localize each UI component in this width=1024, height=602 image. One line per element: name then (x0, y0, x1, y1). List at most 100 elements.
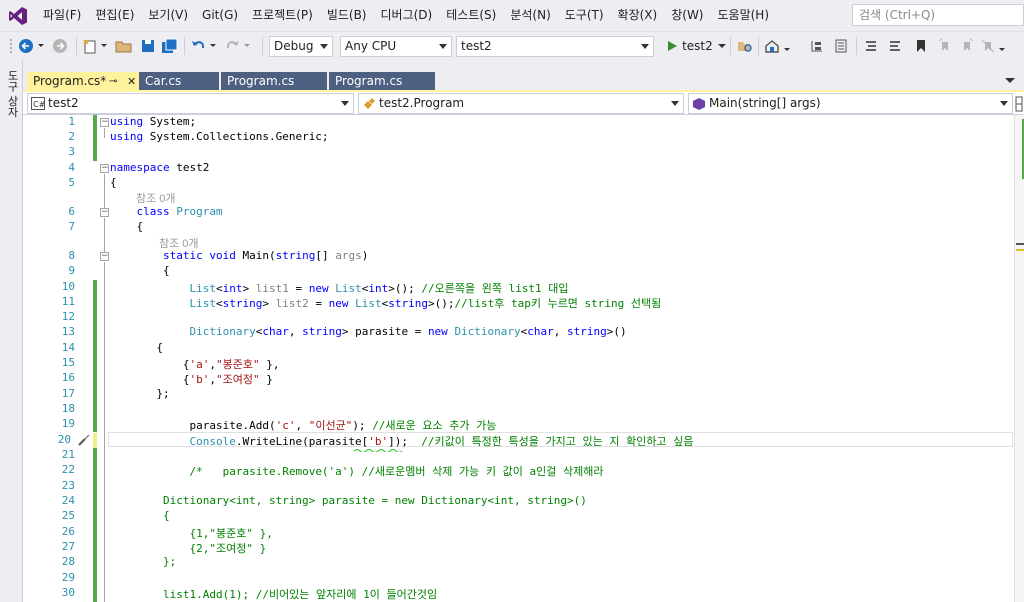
change-marker (93, 341, 97, 432)
platform-dropdown[interactable]: Any CPU (340, 36, 452, 57)
solution-explorer-icon[interactable] (764, 36, 794, 56)
menu-project[interactable]: 프로젝트(P) (245, 0, 320, 31)
visual-studio-logo-icon[interactable] (0, 0, 36, 31)
keyword-token: using (110, 130, 144, 143)
chevron-down-icon (671, 101, 679, 106)
code-line: using System.Collections.Generic; (110, 130, 329, 143)
redo-icon[interactable] (224, 36, 254, 56)
code-line: {'a',"봉준호" }, (110, 356, 280, 372)
open-folder-icon[interactable] (114, 36, 134, 56)
menu-window[interactable]: 창(W) (664, 0, 710, 31)
member-dropdown[interactable]: Main(string[] args) (688, 93, 1013, 114)
csharp-project-icon: C# (31, 97, 45, 110)
line-number: 5 (68, 176, 75, 189)
collapse-icon[interactable]: − (100, 164, 109, 173)
toolbar-grip[interactable] (6, 36, 16, 56)
next-bookmark-icon[interactable] (958, 36, 976, 56)
menu-analyze[interactable]: 분석(N) (503, 0, 557, 31)
toolbox-strip[interactable] (0, 60, 23, 602)
type-token: Console (189, 435, 236, 448)
line-number: 21 (61, 448, 75, 461)
save-icon[interactable] (138, 36, 158, 56)
menu-help[interactable]: 도움말(H) (711, 0, 777, 31)
project-dropdown[interactable]: C# test2 (27, 93, 354, 114)
bookmark-icon[interactable] (912, 36, 930, 56)
references-codelens[interactable]: 참조 0개 (136, 190, 176, 206)
tab-program-cs-modified[interactable]: Program.cs* ⊸ ✕ (27, 72, 141, 91)
comment-token: Dictionary<int, string> parasite = new D… (162, 494, 587, 507)
line-number: 27 (61, 540, 75, 553)
menu-tools[interactable]: 도구(T) (558, 0, 611, 31)
pin-icon[interactable]: ⊸ (109, 72, 117, 91)
split-window-icon[interactable] (1014, 96, 1024, 112)
code-line: List<int> list1 = new List<int>(); //오른쪽… (110, 280, 569, 296)
menu-debug[interactable]: 디버그(D) (374, 0, 440, 31)
keyword-token: new (308, 282, 329, 295)
code-line: { (110, 220, 144, 233)
menu-test[interactable]: 테스트(S) (439, 0, 503, 31)
type-dropdown[interactable]: test2.Program (358, 93, 684, 114)
clear-bookmarks-icon[interactable] (980, 36, 1010, 56)
code-token: ]); (388, 435, 422, 448)
save-all-icon[interactable] (160, 36, 180, 56)
keyword-token: int (222, 282, 243, 295)
comment-lines-icon[interactable] (862, 36, 880, 56)
vertical-scrollbar[interactable] (1014, 115, 1024, 602)
line-number: 29 (61, 571, 75, 584)
tab-label: Program.cs (335, 74, 403, 88)
menu-file[interactable]: 파일(F) (36, 0, 88, 31)
tab-car-cs[interactable]: Car.cs (139, 72, 219, 91)
code-token: , (288, 325, 303, 338)
toolbox-tab[interactable]: 도구 상자 (4, 70, 20, 118)
menu-edit[interactable]: 편집(E) (88, 0, 141, 31)
code-line: {2,"조여정" } (110, 540, 266, 556)
tab-program-cs[interactable]: Program.cs (221, 72, 327, 91)
new-project-icon[interactable] (82, 36, 110, 56)
search-input[interactable]: 검색 (Ctrl+Q) (852, 4, 1024, 26)
code-editor[interactable]: 1 2 3 4 5 6 7 8 9 10 11 12 13 14 15 16 1… (23, 115, 1014, 602)
code-line: parasite.Add('c', "이선균"); //새로운 요소 추가 가능 (110, 417, 496, 433)
code-line: Console.WriteLine(parasite['b']); //키값이 … (110, 433, 693, 449)
navigation-bar: C# test2 test2.Program Main(string[] arg… (23, 92, 1024, 115)
line-number: 15 (61, 356, 75, 369)
undo-icon[interactable] (190, 36, 220, 56)
uncomment-lines-icon[interactable] (886, 36, 904, 56)
class-view-icon[interactable] (808, 36, 826, 56)
line-number: 30 (61, 586, 75, 599)
startup-project-dropdown[interactable]: test2 (456, 36, 654, 57)
run-button[interactable]: test2 (666, 36, 726, 56)
menu-extensions[interactable]: 확장(X) (611, 0, 665, 31)
collapse-icon[interactable]: − (100, 208, 109, 217)
fold-line (104, 174, 105, 209)
menu-view[interactable]: 보기(V) (141, 0, 195, 31)
keyword-token: int (368, 282, 389, 295)
keyword-token: namespace (110, 161, 170, 174)
tab-program-cs-2[interactable]: Program.cs (329, 72, 435, 91)
string-token: 'b' (368, 435, 389, 448)
menu-git[interactable]: Git(G) (195, 0, 245, 31)
line-number: 3 (68, 145, 75, 158)
code-token: { (156, 341, 163, 354)
line-number: 9 (68, 264, 75, 277)
close-icon[interactable]: ✕ (127, 72, 136, 91)
comment-token: //오른쪽을 왼쪽 list1 대입 (421, 282, 569, 295)
code-token: test2 (169, 161, 210, 174)
code-token: .WriteLine(parasite[ (235, 435, 369, 448)
properties-icon[interactable] (832, 36, 850, 56)
configuration-dropdown[interactable]: Debug (269, 36, 333, 57)
previous-bookmark-icon[interactable] (936, 36, 954, 56)
code-line: {1,"봉준호" }, (110, 525, 272, 541)
line-number: 11 (61, 295, 75, 308)
tab-list-dropdown-icon[interactable] (1003, 72, 1017, 88)
startup-project-value: test2 (461, 39, 492, 53)
code-line: Dictionary<int, string> parasite = new D… (110, 494, 587, 507)
menu-build[interactable]: 빌드(B) (320, 0, 374, 31)
screwdriver-icon[interactable] (77, 433, 91, 447)
forward-icon[interactable] (50, 36, 70, 56)
code-token: >() (606, 325, 627, 338)
line-number: 10 (61, 280, 75, 293)
collapse-icon[interactable]: − (100, 252, 109, 261)
collapse-icon[interactable]: − (100, 118, 109, 127)
find-in-files-icon[interactable] (736, 36, 754, 56)
back-icon[interactable] (18, 36, 48, 56)
